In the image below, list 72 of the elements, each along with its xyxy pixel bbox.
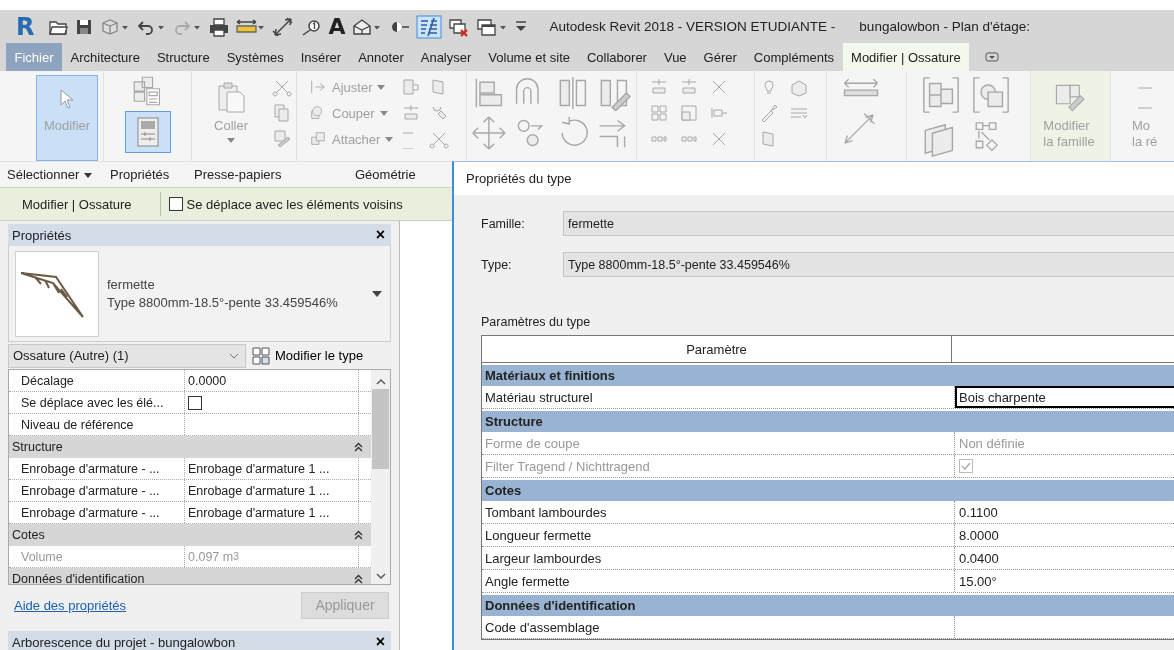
ribbon-tab[interactable]: Analyser — [412, 43, 480, 71]
help-link[interactable]: Aide des propriétés — [14, 597, 126, 613]
parameter-name: Longueur fermette — [482, 524, 955, 546]
group-title: Structure — [12, 440, 63, 454]
parameter-name: Code d'assemblage — [482, 616, 955, 638]
property-name: Se déplace avec les élé... — [9, 392, 185, 413]
ribbon-tab[interactable]: Structure — [148, 43, 219, 71]
ribbon-tab[interactable]: Compléments — [745, 43, 843, 71]
parameter-name: Tombant lambourdes — [482, 501, 955, 523]
parameter-value[interactable]: 8.0000 — [955, 524, 1174, 546]
ribbon-tab[interactable]: Volume et site — [479, 43, 579, 71]
checkbox-label[interactable]: Se déplace avec les éléments voisins — [186, 196, 403, 212]
property-name: Décalage — [9, 370, 185, 391]
ribbon-tab[interactable]: Vue — [655, 43, 696, 71]
ribbon-tab[interactable]: Gérer — [695, 43, 746, 71]
group-header[interactable]: Structure — [9, 436, 371, 458]
parameter-value[interactable]: 0.0400 — [955, 547, 1174, 569]
property-value[interactable]: Enrobage d'armature 1 ... — [185, 502, 359, 523]
app-logo[interactable]: R — [16, 12, 35, 41]
ribbon-tab[interactable]: Collaborer — [578, 43, 656, 71]
property-name: Enrobage d'armature - ... — [9, 458, 185, 479]
ribbon-panel-label: Géométrie — [355, 167, 416, 182]
ribbon-panel-label: Presse-papiers — [194, 167, 283, 182]
parameter-name: Forme de coupe — [482, 432, 955, 454]
property-name: Enrobage d'armature - ... — [9, 502, 185, 523]
edit-type-button[interactable]: Modifier le type — [250, 346, 366, 365]
type-selector[interactable]: fermette Type 8800mm-18.5°-pente 33.459546% — [8, 246, 391, 342]
instance-filter-dropdown[interactable]: Ossature (Autre) (1) — [8, 343, 246, 368]
family-field[interactable]: fermette — [563, 211, 1174, 236]
ribbon-panel-label[interactable]: Sélectionner — [7, 167, 110, 182]
ribbon-tab[interactable]: Modifier | Ossature — [842, 43, 970, 71]
close-button[interactable]: × — [375, 633, 385, 650]
field-label: Famille: — [481, 216, 526, 231]
parameter-value[interactable]: Bois charpente — [955, 386, 1174, 408]
panel-title: Propriétés — [12, 227, 72, 243]
type-field[interactable]: Type 8800mm-18.5°-pente 33.459546% — [563, 252, 1174, 277]
document-title: bungalowbon - Plan d'étage: — [859, 19, 1031, 34]
parameter-name: Largeur lambourdes — [482, 547, 955, 569]
parameter-name: Angle fermette — [482, 570, 955, 592]
group-header[interactable]: Cotes — [482, 478, 1174, 501]
context-label: Modifier | Ossature — [22, 196, 132, 212]
property-name: Enrobage d'armature - ... — [9, 480, 185, 501]
ribbon-tab[interactable]: Insérer — [292, 43, 350, 71]
type-name: Type 8800mm-18.5°-pente 33.459546% — [107, 295, 339, 310]
group-header[interactable]: Données d'identification — [482, 593, 1174, 616]
group-header[interactable]: Matériaux et finitions — [482, 363, 1174, 386]
group-title: Cotes — [12, 528, 45, 542]
dialog-title: Propriétés du type — [466, 171, 572, 186]
group-header[interactable]: Structure — [482, 409, 1174, 432]
field-label: Type: — [481, 257, 513, 272]
column-header[interactable]: Paramètre — [482, 336, 952, 362]
property-name: Volume — [9, 546, 185, 567]
property-value[interactable]: Enrobage d'armature 1 ... — [185, 458, 359, 479]
group-header[interactable]: Données d'identification — [9, 568, 371, 584]
group-header[interactable]: Cotes — [9, 524, 371, 546]
ribbon-tab[interactable]: Annoter — [349, 43, 413, 71]
ribbon-tab[interactable]: Systèmes — [218, 43, 293, 71]
text-tool[interactable]: A — [328, 14, 346, 39]
parameter-name: Filter Tragend / Nichttragend — [482, 455, 955, 477]
close-button[interactable]: × — [375, 226, 385, 244]
parameter-value[interactable]: 15.00° — [955, 570, 1174, 592]
group-title: Données d'identification — [12, 572, 145, 584]
ribbon-tab[interactable]: Architecture — [62, 43, 149, 71]
family-name: fermette — [107, 277, 156, 292]
panel-title: Arborescence du projet - bungalowbon — [12, 634, 236, 650]
property-name: Niveau de référence — [9, 414, 185, 435]
parameter-value[interactable]: 0.1100 — [955, 501, 1174, 523]
property-value[interactable]: Enrobage d'armature 1 ... — [185, 480, 359, 501]
ribbon-panel-label: Propriétés — [110, 167, 171, 182]
section-label: Paramètres du type — [481, 315, 592, 329]
property-value[interactable]: 0.0000 — [185, 370, 359, 391]
window-title: Autodesk Revit 2018 - VERSION ETUDIANTE - — [549, 19, 836, 34]
